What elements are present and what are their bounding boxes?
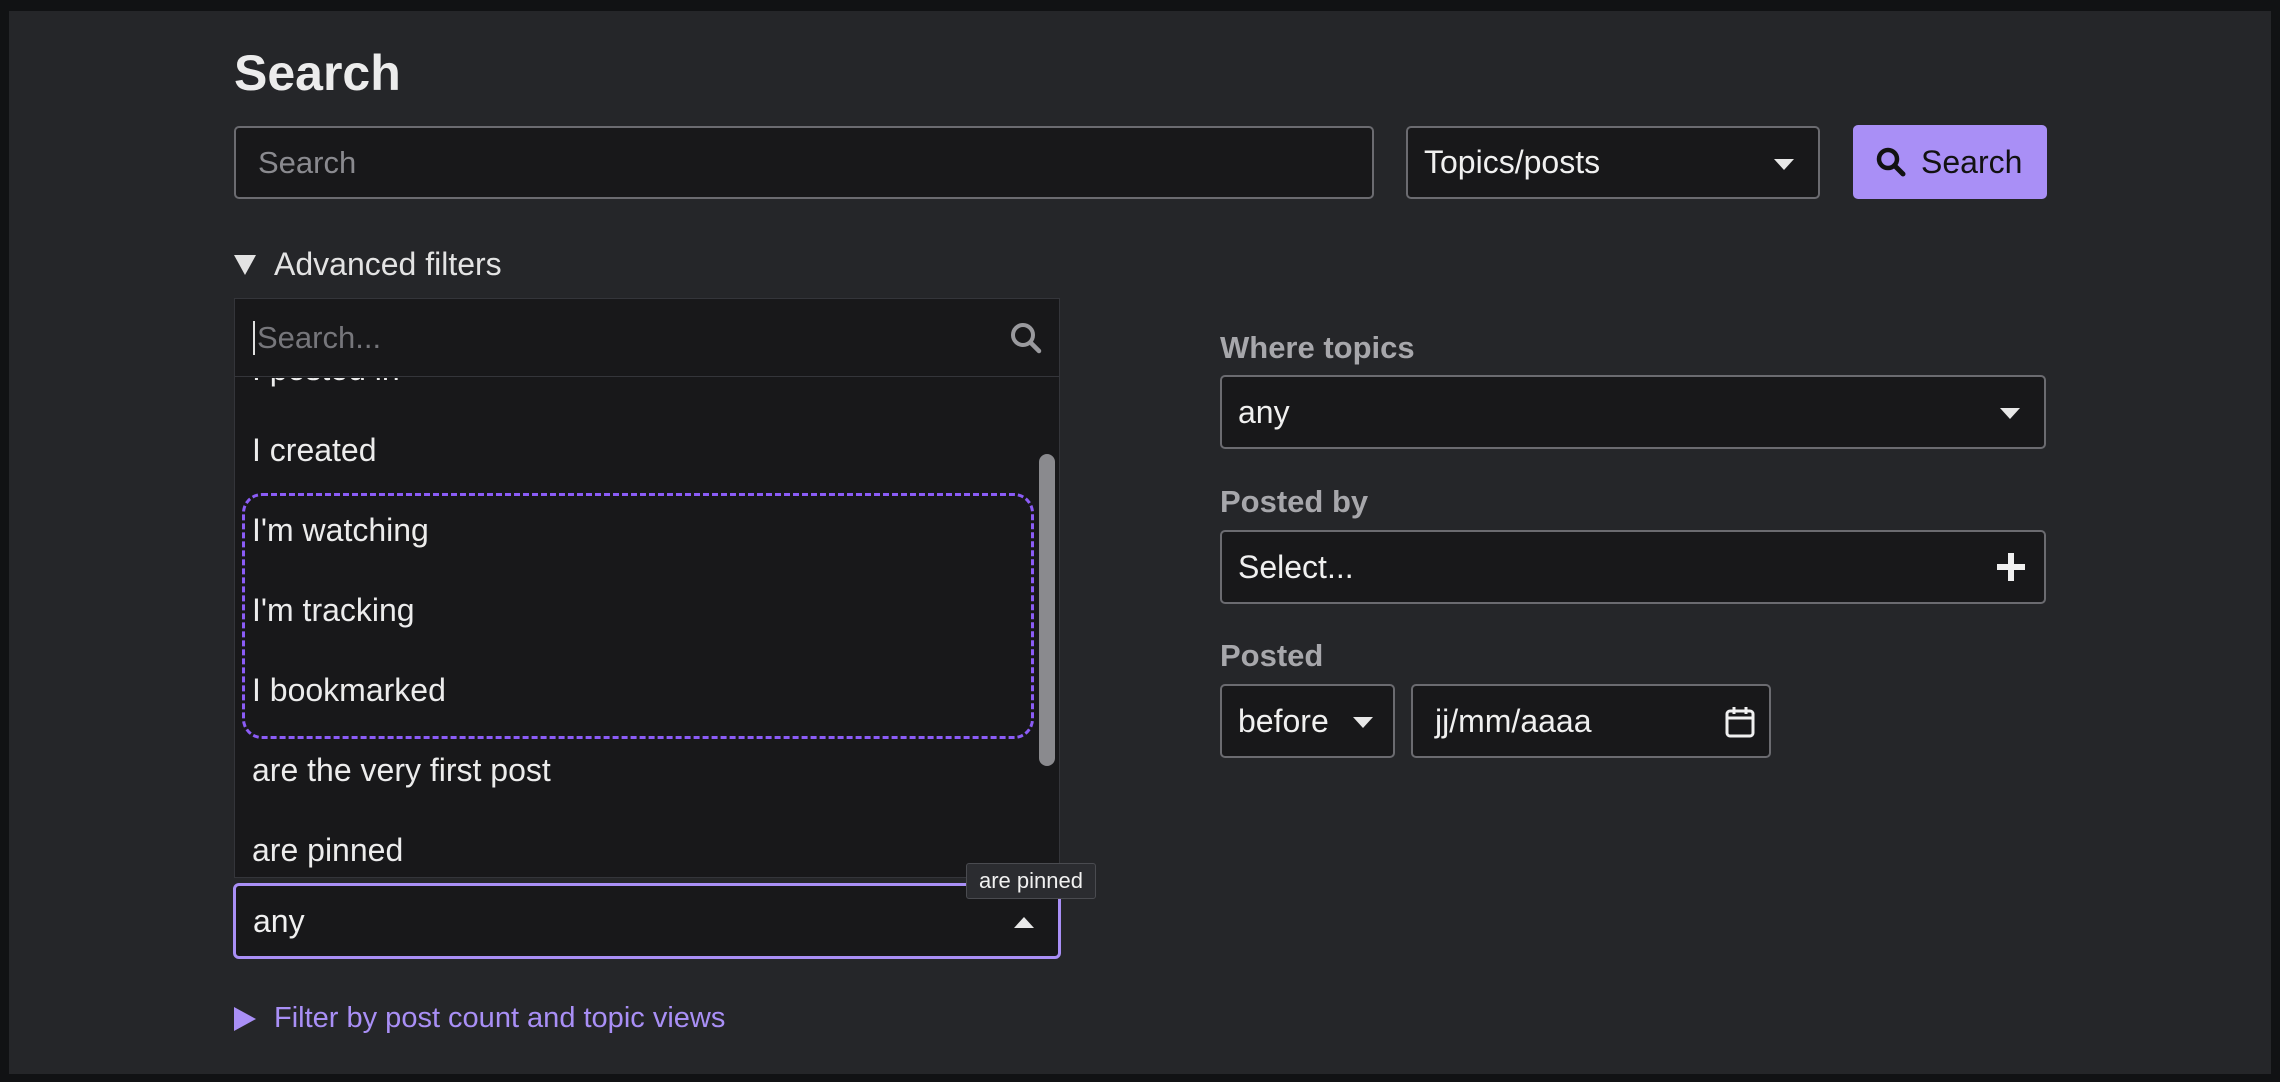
posted-when-select[interactable]: before: [1220, 684, 1395, 758]
posted-by-placeholder: Select...: [1238, 548, 1354, 585]
list-item[interactable]: are pinned: [252, 832, 403, 869]
posted-by-label: Posted by: [1220, 484, 1369, 519]
topic-status-value: any: [253, 902, 305, 939]
search-scope-select[interactable]: Topics/posts: [1406, 126, 1820, 199]
chevron-up-icon: [1014, 917, 1034, 928]
list-item[interactable]: are the very first post: [252, 752, 551, 789]
advanced-filters-toggle[interactable]: Advanced filters: [234, 246, 502, 283]
chevron-down-icon: [2000, 408, 2020, 419]
posted-when-value: before: [1238, 702, 1329, 739]
list-item[interactable]: I created: [252, 432, 377, 469]
search-button[interactable]: Search: [1853, 125, 2047, 199]
search-scope-value: Topics/posts: [1424, 144, 1601, 180]
where-topics-label: Where topics: [1220, 330, 1415, 365]
search-button-label: Search: [1921, 143, 2023, 180]
posted-by-select[interactable]: Select...: [1220, 530, 2046, 604]
post-count-filter-label: Filter by post count and topic views: [274, 1002, 726, 1034]
dropdown-search-input[interactable]: Search...: [235, 299, 1059, 377]
triangle-down-icon: [234, 254, 256, 275]
chevron-down-icon: [1774, 159, 1794, 170]
search-input-placeholder: Search: [258, 144, 357, 180]
calendar-icon[interactable]: [1725, 706, 1755, 738]
where-topics-select[interactable]: any: [1220, 375, 2046, 449]
chevron-down-icon: [1353, 717, 1373, 728]
search-input[interactable]: Search: [234, 126, 1374, 199]
dropdown-scrollbar[interactable]: [1039, 454, 1055, 766]
posted-label: Posted: [1220, 638, 1324, 673]
dropdown-search-placeholder: Search...: [257, 319, 382, 355]
topic-status-select[interactable]: any: [233, 883, 1061, 959]
triangle-right-icon: [234, 1006, 256, 1031]
page-title: Search: [234, 45, 401, 101]
search-icon: [1011, 323, 1042, 354]
tooltip: are pinned: [966, 863, 1096, 899]
advanced-filters-label: Advanced filters: [274, 246, 502, 282]
plus-icon: [1997, 553, 2025, 581]
date-placeholder: jj/mm/aaaa: [1435, 702, 1592, 739]
list-item[interactable]: I posted in: [252, 378, 400, 388]
where-topics-value: any: [1238, 393, 1290, 430]
text-cursor: [253, 320, 255, 355]
highlight-box: [242, 493, 1034, 739]
search-icon: [1876, 147, 1906, 177]
date-input[interactable]: jj/mm/aaaa: [1411, 684, 1771, 758]
post-count-filter-link[interactable]: Filter by post count and topic views: [234, 1002, 725, 1035]
